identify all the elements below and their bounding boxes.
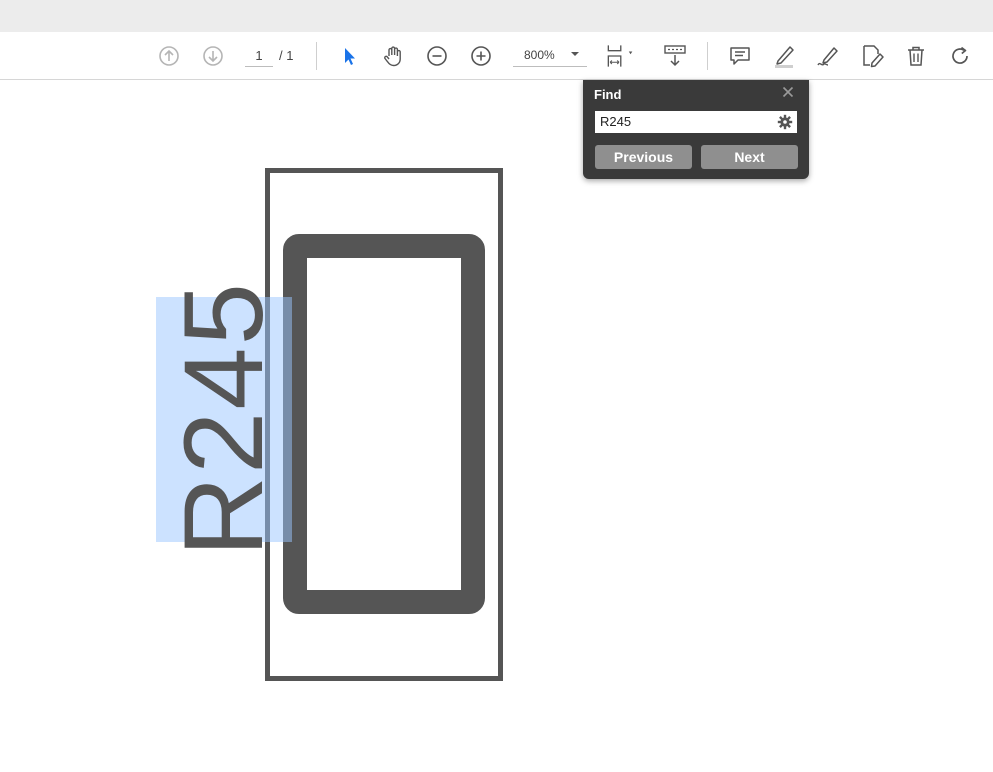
find-next-button[interactable]: Next — [701, 145, 798, 169]
component-footprint — [265, 168, 503, 681]
find-input[interactable]: R245 — [595, 111, 797, 133]
close-icon[interactable] — [780, 84, 796, 100]
component-label: R245 — [161, 281, 286, 557]
find-panel: Find R245 Previous Next — [583, 80, 809, 179]
gear-icon[interactable] — [777, 114, 793, 130]
find-title: Find — [594, 87, 622, 102]
component-pad — [283, 234, 485, 614]
find-previous-button[interactable]: Previous — [595, 145, 692, 169]
